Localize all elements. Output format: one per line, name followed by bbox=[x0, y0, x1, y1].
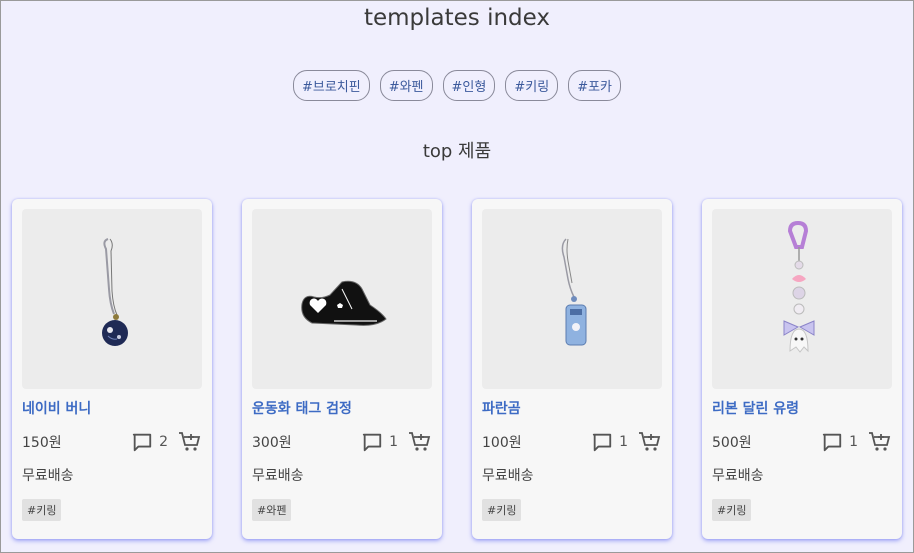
comment-count-value: 1 bbox=[849, 434, 858, 450]
product-info-row: 150원 2 bbox=[22, 431, 202, 453]
add-to-cart-icon bbox=[179, 432, 201, 451]
comment-count[interactable]: 2 bbox=[131, 431, 168, 453]
tag-filter-keyring[interactable]: #키링 bbox=[505, 70, 559, 101]
tag-filter-photocard[interactable]: #포카 bbox=[568, 70, 622, 101]
tag-filter-bar: #브로치핀 #와펜 #인형 #키링 #포카 bbox=[1, 70, 913, 101]
product-price: 100원 bbox=[482, 435, 522, 451]
add-to-cart-icon bbox=[409, 432, 431, 451]
product-info-row: 100원 1 bbox=[482, 431, 662, 453]
keyring-navy-bunny-image bbox=[102, 238, 128, 346]
product-tag[interactable]: #와펜 bbox=[252, 499, 292, 521]
add-to-cart-icon bbox=[639, 432, 661, 451]
comment-count-value: 1 bbox=[619, 434, 628, 450]
comment-icon bbox=[362, 433, 382, 452]
product-image[interactable] bbox=[22, 209, 202, 389]
add-to-cart-icon bbox=[869, 432, 891, 451]
product-tag[interactable]: #키링 bbox=[22, 499, 62, 521]
tag-filter-doll[interactable]: #인형 bbox=[442, 70, 496, 101]
product-image[interactable] bbox=[712, 209, 892, 389]
product-image[interactable] bbox=[252, 209, 432, 389]
product-name[interactable]: 운동화 태그 검정 bbox=[252, 398, 432, 418]
product-name[interactable]: 파란곰 bbox=[482, 398, 662, 418]
comment-count[interactable]: 1 bbox=[821, 431, 858, 453]
comment-count[interactable]: 1 bbox=[591, 431, 628, 453]
add-to-cart-button[interactable] bbox=[178, 431, 202, 453]
tag-filter-patch[interactable]: #와펜 bbox=[379, 70, 433, 101]
comment-icon bbox=[132, 433, 152, 452]
shipping-info: 무료배송 bbox=[22, 468, 74, 484]
product-price: 300원 bbox=[252, 435, 292, 451]
product-grid: 네이비 버니 150원 2 무료배송 #키링 운동화 태그 검정 300원 1 … bbox=[12, 199, 902, 539]
add-to-cart-button[interactable] bbox=[408, 431, 432, 453]
product-image[interactable] bbox=[482, 209, 662, 389]
add-to-cart-button[interactable] bbox=[868, 431, 892, 453]
comment-count-value: 2 bbox=[159, 434, 168, 450]
product-tag[interactable]: #키링 bbox=[482, 499, 522, 521]
product-price: 150원 bbox=[22, 435, 62, 451]
comment-count[interactable]: 1 bbox=[361, 431, 398, 453]
shipping-info: 무료배송 bbox=[252, 468, 304, 484]
section-title: top 제품 bbox=[422, 141, 492, 162]
tag-filter-brooch[interactable]: #브로치핀 bbox=[292, 70, 370, 101]
page-title: templates index bbox=[363, 5, 551, 31]
comment-count-value: 1 bbox=[389, 434, 398, 450]
comment-icon bbox=[822, 433, 842, 452]
product-card: 네이비 버니 150원 2 무료배송 #키링 bbox=[12, 199, 212, 539]
shipping-info: 무료배송 bbox=[482, 468, 534, 484]
keyring-ribbon-ghost-image bbox=[783, 220, 815, 353]
product-name[interactable]: 네이비 버니 bbox=[22, 398, 202, 418]
sneaker-tag-black-image bbox=[301, 280, 387, 326]
product-info-row: 300원 1 bbox=[252, 431, 432, 453]
product-card: 리본 달린 유령 500원 1 무료배송 #키링 bbox=[702, 199, 902, 539]
add-to-cart-button[interactable] bbox=[638, 431, 662, 453]
product-card: 파란곰 100원 1 무료배송 #키링 bbox=[472, 199, 672, 539]
shipping-info: 무료배송 bbox=[712, 468, 764, 484]
keyring-blue-bear-image bbox=[561, 238, 587, 346]
product-card: 운동화 태그 검정 300원 1 무료배송 #와펜 bbox=[242, 199, 442, 539]
product-price: 500원 bbox=[712, 435, 752, 451]
product-name[interactable]: 리본 달린 유령 bbox=[712, 398, 892, 418]
comment-icon bbox=[592, 433, 612, 452]
product-info-row: 500원 1 bbox=[712, 431, 892, 453]
product-tag[interactable]: #키링 bbox=[712, 499, 752, 521]
